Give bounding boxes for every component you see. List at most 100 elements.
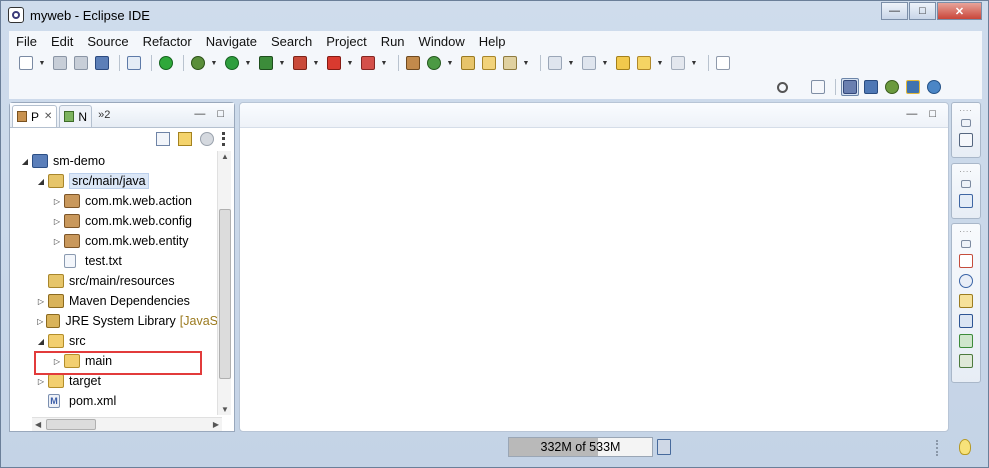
search-icon[interactable] (501, 54, 519, 72)
profile-icon[interactable] (291, 54, 309, 72)
menu-run[interactable]: Run (374, 34, 412, 49)
expand-icon[interactable]: ▷ (52, 237, 62, 246)
editor-area[interactable]: — □ (239, 102, 949, 432)
tab-package-explorer[interactable]: P ✕ (12, 105, 58, 127)
back-dropdown-icon[interactable]: ▼ (656, 54, 664, 72)
scroll-up-icon[interactable]: ▲ (221, 152, 229, 161)
task-list-icon[interactable] (959, 194, 973, 208)
console-view-icon[interactable] (959, 314, 973, 328)
maximize-view-icon[interactable]: □ (217, 108, 224, 120)
tree-item[interactable]: ▷ com.mk.web.entity (10, 231, 218, 251)
open-type-icon[interactable] (459, 54, 477, 72)
next-annotation-icon[interactable] (546, 54, 564, 72)
prev-annotation-icon[interactable] (580, 54, 598, 72)
run-dropdown-icon[interactable]: ▼ (244, 54, 252, 72)
python-perspective-icon[interactable] (904, 78, 922, 96)
javadoc-view-icon[interactable] (959, 274, 973, 288)
collapse-icon[interactable]: ◢ (36, 177, 46, 186)
external-tools-dropdown-icon[interactable]: ▼ (380, 54, 388, 72)
run-garbage-collector-icon[interactable] (657, 439, 671, 455)
open-perspective-icon[interactable] (809, 78, 827, 96)
menu-edit[interactable]: Edit (44, 34, 80, 49)
minimize-button[interactable]: — (881, 2, 908, 20)
tree-item[interactable]: test.txt (10, 251, 218, 271)
menu-project[interactable]: Project (319, 34, 373, 49)
team-perspective-icon[interactable] (925, 78, 943, 96)
skip-breakpoints-icon[interactable] (125, 54, 143, 72)
tree-item[interactable]: ▷ Maven Dependencies (10, 291, 218, 311)
stop-dropdown-icon[interactable]: ▼ (346, 54, 354, 72)
profile-dropdown-icon[interactable]: ▼ (312, 54, 320, 72)
link-with-editor-icon[interactable] (178, 132, 192, 146)
maximize-button[interactable]: □ (909, 2, 936, 20)
debug-perspective-icon[interactable] (883, 78, 901, 96)
tree-item[interactable]: ▷ com.mk.web.config (10, 211, 218, 231)
restore-icon[interactable] (961, 240, 971, 248)
horizontal-scroll-thumb[interactable] (46, 419, 96, 430)
next-annotation-dropdown-icon[interactable]: ▼ (567, 54, 575, 72)
back-icon[interactable] (635, 54, 653, 72)
coverage-icon[interactable] (257, 54, 275, 72)
pin-editor-icon[interactable] (714, 54, 732, 72)
collapse-icon[interactable]: ◢ (20, 157, 30, 166)
coverage-dropdown-icon[interactable]: ▼ (278, 54, 286, 72)
tree-item[interactable]: ◢ src/main/java (10, 171, 218, 191)
tree-item[interactable]: ▷ JRE System Library [JavaS (10, 311, 218, 331)
maximize-editor-icon[interactable]: □ (929, 108, 936, 120)
last-edit-icon[interactable] (614, 54, 632, 72)
run-icon[interactable] (223, 54, 241, 72)
scroll-down-icon[interactable]: ▼ (221, 405, 229, 414)
view-menu-icon[interactable] (222, 132, 226, 146)
tab-navigator[interactable]: N (59, 105, 93, 127)
new-class-icon[interactable] (425, 54, 443, 72)
expand-icon[interactable]: ▷ (52, 217, 62, 226)
terminal-icon[interactable] (93, 54, 111, 72)
vertical-scrollbar[interactable]: ▲ ▼ (217, 151, 231, 415)
tree-item[interactable]: src/main/resources (10, 271, 218, 291)
forward-dropdown-icon[interactable]: ▼ (690, 54, 698, 72)
save-all-icon[interactable] (72, 54, 90, 72)
server-start-icon[interactable] (157, 54, 175, 72)
new-dropdown-icon[interactable]: ▼ (38, 54, 46, 72)
external-tools-icon[interactable] (359, 54, 377, 72)
forward-icon[interactable] (669, 54, 687, 72)
close-button[interactable]: ✕ (937, 2, 982, 20)
search-dropdown-icon[interactable]: ▼ (522, 54, 530, 72)
heap-status[interactable]: 332M of 533M (508, 437, 653, 457)
menu-search[interactable]: Search (264, 34, 319, 49)
minimize-view-icon[interactable]: — (194, 108, 205, 120)
vertical-scroll-thumb[interactable] (219, 209, 231, 379)
tree-item[interactable]: ◢ src (10, 331, 218, 351)
new-icon[interactable] (17, 54, 35, 72)
progress-view-icon[interactable] (959, 354, 973, 368)
restore-icon[interactable] (961, 119, 971, 127)
menu-window[interactable]: Window (412, 34, 472, 49)
menu-source[interactable]: Source (80, 34, 135, 49)
collapse-all-icon[interactable] (156, 132, 170, 146)
outline-view-icon[interactable] (959, 133, 973, 147)
scroll-right-icon[interactable]: ▶ (213, 420, 219, 429)
debug-icon[interactable] (189, 54, 207, 72)
expand-icon[interactable]: ▷ (36, 317, 44, 326)
menu-file[interactable]: File (9, 34, 44, 49)
minimize-editor-icon[interactable]: — (906, 108, 917, 120)
tip-bulb-icon[interactable] (959, 439, 971, 455)
quick-access-search-icon[interactable] (773, 78, 791, 96)
expand-icon[interactable]: ▷ (52, 197, 62, 206)
expand-icon[interactable]: ▷ (36, 377, 46, 386)
menu-help[interactable]: Help (472, 34, 513, 49)
java-ee-perspective-icon[interactable] (841, 78, 859, 96)
prev-annotation-dropdown-icon[interactable]: ▼ (601, 54, 609, 72)
menu-navigate[interactable]: Navigate (199, 34, 264, 49)
stop-icon[interactable] (325, 54, 343, 72)
close-icon[interactable]: ✕ (44, 111, 52, 122)
problems-view-icon[interactable] (959, 254, 973, 268)
tree-item[interactable]: ◢ sm-demo (10, 151, 218, 171)
open-task-icon[interactable] (480, 54, 498, 72)
servers-view-icon[interactable] (959, 334, 973, 348)
new-class-dropdown-icon[interactable]: ▼ (446, 54, 454, 72)
restore-icon[interactable] (961, 180, 971, 188)
focus-active-task-icon[interactable] (200, 132, 214, 146)
scroll-left-icon[interactable]: ◀ (35, 420, 41, 429)
new-java-project-icon[interactable] (404, 54, 422, 72)
